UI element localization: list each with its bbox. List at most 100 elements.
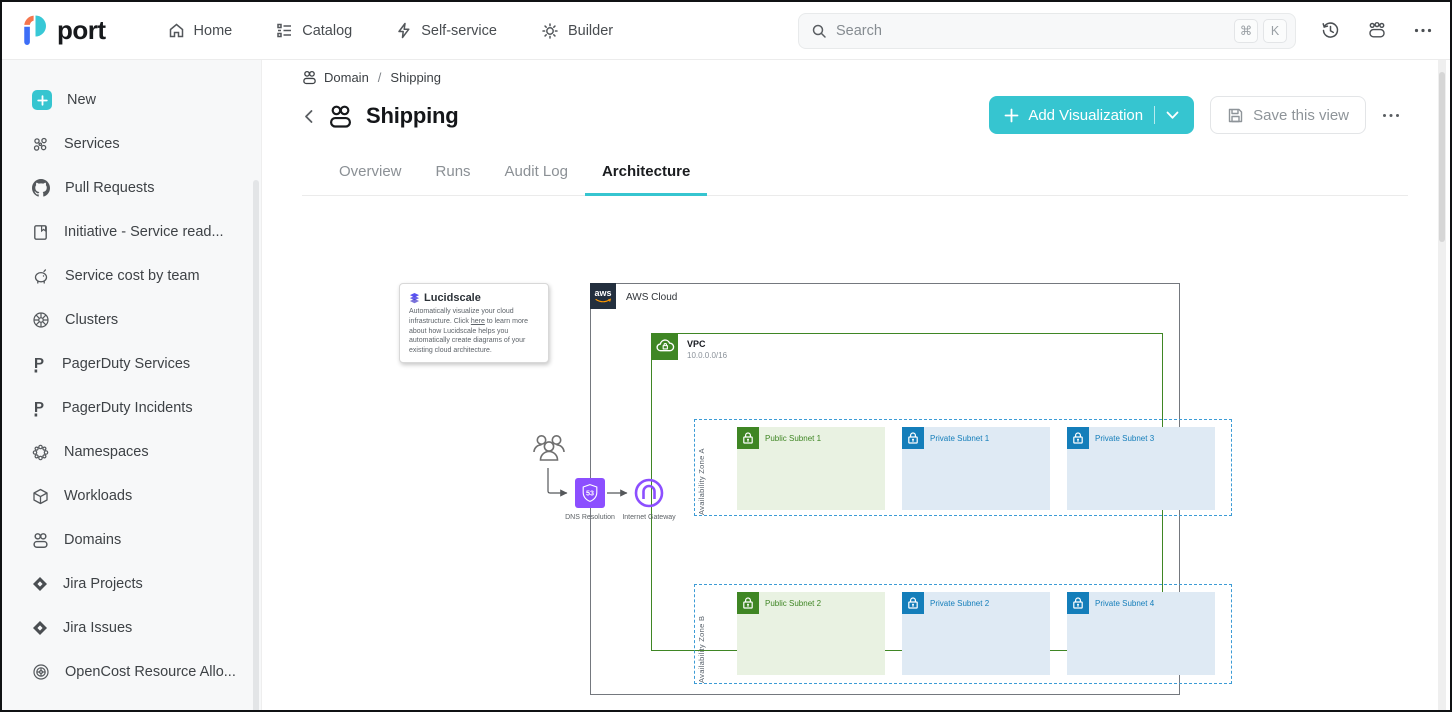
main-scrollbar-thumb[interactable] <box>1439 72 1445 242</box>
chevron-left-icon <box>302 108 315 125</box>
nav-self-service[interactable]: Self-service <box>396 22 497 39</box>
sidebar-item-label: Services <box>64 136 120 152</box>
k-key-badge: K <box>1263 19 1287 43</box>
sidebar-item-label: PagerDuty Services <box>62 356 190 372</box>
breadcrumb-separator: / <box>378 70 382 85</box>
save-view-button[interactable]: Save this view <box>1210 96 1366 134</box>
sidebar-item-label: Service cost by team <box>65 268 200 284</box>
tab-bar: Overview Runs Audit Log Architecture <box>302 152 1408 196</box>
availability-zone-b-label: Availability Zone B <box>697 585 706 683</box>
aws-logo-text: aws <box>594 288 611 298</box>
more-options-icon[interactable] <box>1414 28 1432 33</box>
save-view-label: Save this view <box>1253 107 1349 124</box>
plus-icon <box>1004 108 1019 123</box>
sidebar-item-initiative[interactable]: Initiative - Service read... <box>2 210 261 254</box>
public-subnet-lock-icon <box>737 592 759 614</box>
lucidscale-note-card: Lucidscale Automatically visualize your … <box>399 283 549 363</box>
github-icon <box>32 179 50 197</box>
sidebar-item-services[interactable]: Services <box>2 122 261 166</box>
sidebar-item-jira-issues[interactable]: Jira Issues <box>2 606 261 650</box>
dns-resolution-label: DNS Resolution <box>560 513 620 522</box>
home-icon <box>168 22 185 39</box>
breadcrumb-root[interactable]: Domain <box>324 70 369 85</box>
pagerduty-icon: P <box>32 355 47 373</box>
nav-catalog[interactable]: Catalog <box>276 22 352 39</box>
primary-nav: Home Catalog Self-service Builder <box>168 22 614 40</box>
lucidscale-logo-icon <box>409 292 420 304</box>
catalog-icon <box>276 22 293 39</box>
top-navbar: port Home Catalog Self-service Builder <box>2 2 1450 60</box>
sidebar-new-button[interactable]: New <box>2 78 261 122</box>
port-logo-icon <box>22 14 49 47</box>
private-subnet-lock-icon <box>902 592 924 614</box>
sidebar-item-workloads[interactable]: Workloads <box>2 474 261 518</box>
sidebar-item-pull-requests[interactable]: Pull Requests <box>2 166 261 210</box>
nav-home-label: Home <box>194 23 233 39</box>
search-input[interactable]: Search ⌘ K <box>798 13 1296 49</box>
main-content: Domain / Shipping Shipping Add Visualiza… <box>262 60 1450 710</box>
svg-text:P: P <box>34 355 44 372</box>
subnet-name: Private Subnet 2 <box>930 599 989 608</box>
sidebar-new-label: New <box>67 92 96 108</box>
title-row: Shipping <box>302 96 459 136</box>
aws-cloud-container: aws AWS Cloud VPC 10.0.0.0/16 <box>590 283 1180 695</box>
port-logo[interactable]: port <box>22 14 106 47</box>
domain-icon <box>328 104 353 129</box>
subnet-private-4[interactable]: Private Subnet 4 <box>1067 592 1215 675</box>
tab-architecture[interactable]: Architecture <box>585 152 707 196</box>
sidebar-item-label: Jira Projects <box>63 576 143 592</box>
chevron-down-icon[interactable] <box>1166 111 1179 120</box>
cube-icon <box>32 488 49 505</box>
history-icon[interactable] <box>1321 21 1340 40</box>
sidebar-item-label: Workloads <box>64 488 132 504</box>
lucidscale-description: Automatically visualize your cloud infra… <box>409 307 539 356</box>
subnet-private-2[interactable]: Private Subnet 2 <box>902 592 1050 675</box>
private-subnet-lock-icon <box>1067 427 1089 449</box>
domain-icon <box>302 70 317 85</box>
sidebar-item-jira-projects[interactable]: Jira Projects <box>2 562 261 606</box>
sidebar: New Services Pull Requests Initiative - … <box>2 60 262 710</box>
subnet-public-2[interactable]: Public Subnet 2 <box>737 592 885 675</box>
route53-number: 53 <box>586 489 594 498</box>
tab-audit-log[interactable]: Audit Log <box>488 152 585 196</box>
availability-zone-b: Availability Zone B Public Subnet 2 Pri <box>694 584 1232 684</box>
subnet-private-1[interactable]: Private Subnet 1 <box>902 427 1050 510</box>
aws-cloud-label: AWS Cloud <box>626 292 677 303</box>
tab-overview[interactable]: Overview <box>322 152 419 196</box>
private-subnet-lock-icon <box>1067 592 1089 614</box>
add-visualization-button[interactable]: Add Visualization <box>989 96 1194 134</box>
namespaces-icon <box>32 444 49 461</box>
lucidscale-title: Lucidscale <box>424 292 481 304</box>
teams-icon[interactable] <box>1367 21 1387 40</box>
private-subnet-lock-icon <box>902 427 924 449</box>
subnet-name: Private Subnet 1 <box>930 434 989 443</box>
sidebar-item-domains[interactable]: Domains <box>2 518 261 562</box>
sidebar-scrollbar[interactable] <box>253 180 259 712</box>
domain-icon <box>32 532 49 549</box>
page-more-options-icon[interactable] <box>1382 113 1400 118</box>
nav-builder[interactable]: Builder <box>541 22 613 40</box>
route53-dns-icon: 53 <box>575 478 605 508</box>
sidebar-item-namespaces[interactable]: Namespaces <box>2 430 261 474</box>
port-logo-text: port <box>57 15 106 46</box>
sidebar-item-pagerduty-services[interactable]: P PagerDuty Services <box>2 342 261 386</box>
lucidscale-header: Lucidscale <box>409 292 539 304</box>
back-button[interactable] <box>302 108 315 125</box>
tab-runs[interactable]: Runs <box>419 152 488 196</box>
sidebar-item-pagerduty-incidents[interactable]: P PagerDuty Incidents <box>2 386 261 430</box>
sidebar-item-service-cost[interactable]: Service cost by team <box>2 254 261 298</box>
breadcrumb-current[interactable]: Shipping <box>390 70 441 85</box>
jira-icon <box>32 620 48 636</box>
sidebar-item-clusters[interactable]: Clusters <box>2 298 261 342</box>
sidebar-item-label: Initiative - Service read... <box>64 224 224 240</box>
sidebar-item-label: PagerDuty Incidents <box>62 400 193 416</box>
sidebar-item-opencost[interactable]: OpenCost Resource Allo... <box>2 650 261 694</box>
lucidscale-here-link[interactable]: here <box>471 318 485 325</box>
internet-gateway-label: Internet Gateway <box>619 513 679 522</box>
subnet-name: Private Subnet 4 <box>1095 599 1154 608</box>
subnet-private-3[interactable]: Private Subnet 3 <box>1067 427 1215 510</box>
nav-home[interactable]: Home <box>168 22 233 39</box>
subnet-public-1[interactable]: Public Subnet 1 <box>737 427 885 510</box>
sidebar-item-label: Namespaces <box>64 444 149 460</box>
gear-icon <box>541 22 559 40</box>
